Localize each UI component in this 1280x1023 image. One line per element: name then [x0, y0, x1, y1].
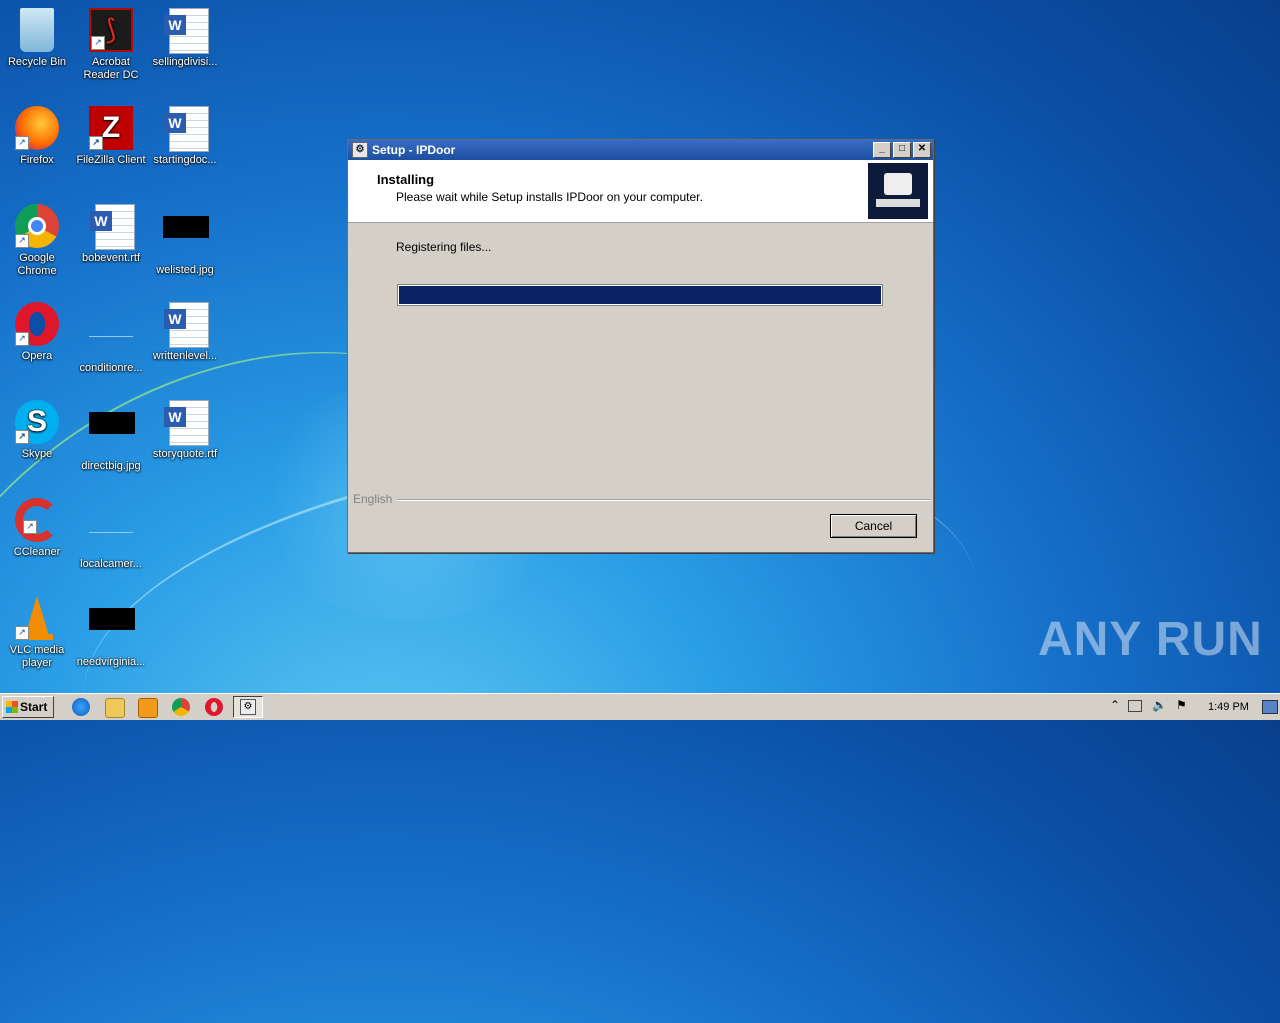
opera-icon: ↗: [15, 302, 59, 346]
desktop-icon-label: bobevent.rtf: [81, 252, 141, 264]
desktop-icon-label: FileZilla Client: [76, 154, 146, 166]
wizard-subheading: Please wait while Setup installs IPDoor …: [396, 190, 703, 204]
word-document-icon: W: [163, 106, 209, 152]
install-progress-bar: [397, 284, 883, 306]
word-document-icon: W: [163, 302, 209, 348]
wizard-heading: Installing: [377, 172, 435, 187]
close-button[interactable]: ✕: [913, 142, 931, 158]
desktop-icon-recycle-bin[interactable]: Recycle Bin: [0, 8, 74, 69]
desktop-icon-welisted[interactable]: welisted.jpg: [148, 204, 222, 277]
setup-app-icon: ⚙: [352, 142, 368, 158]
vlc-cone-icon: ↗: [15, 596, 59, 640]
maximize-button[interactable]: □: [893, 142, 911, 158]
desktop-icon-label: Opera: [21, 350, 53, 362]
desktop-icon-label: sellingdivisi...: [152, 56, 218, 68]
word-document-icon: W: [163, 8, 209, 54]
desktop-icon-google-chrome[interactable]: ↗ Google Chrome: [0, 204, 74, 278]
show-desktop-icon[interactable]: [1262, 700, 1278, 714]
taskbar-clock[interactable]: 1:49 PM: [1208, 701, 1249, 713]
desktop-icon-label: needvirginia...: [76, 656, 146, 668]
file-explorer-icon[interactable]: [105, 698, 125, 718]
taskbar: Start ⚙ ⌃ 🔈 ⚑ 1:49 PM: [0, 693, 1280, 720]
desktop-icon-label: conditionre...: [79, 362, 143, 374]
desktop-icon-label: Firefox: [20, 154, 54, 166]
watermark-logo: ANY RUN: [1038, 613, 1263, 666]
desktop-icon-bobevent[interactable]: W bobevent.rtf: [74, 204, 148, 265]
windows-flag-icon: [6, 701, 18, 713]
desktop-icon-localcamer[interactable]: localcamer...: [74, 498, 148, 571]
opera-taskbar-icon[interactable]: [205, 698, 223, 716]
system-tray: ⌃ 🔈 ⚑: [1104, 696, 1198, 718]
recycle-bin-icon: [20, 8, 54, 52]
media-player-icon[interactable]: [138, 698, 158, 718]
desktop-icon-label: Skype: [21, 448, 53, 460]
progress-fill: [399, 286, 881, 304]
show-hidden-icons-chevron-icon[interactable]: ⌃: [1110, 698, 1120, 712]
filezilla-icon: Z ↗: [89, 106, 133, 150]
window-titlebar[interactable]: ⚙ Setup - IPDoor _ □ ✕: [348, 140, 933, 160]
footer-divider: [397, 499, 931, 501]
desktop-icon-sellingdivisi[interactable]: W sellingdivisi...: [148, 8, 222, 69]
network-icon[interactable]: [1128, 700, 1142, 712]
language-label: English: [353, 492, 393, 506]
ccleaner-icon: ↗: [15, 498, 59, 542]
desktop-icon-label: Google Chrome: [17, 252, 57, 277]
taskbar-setup-task[interactable]: ⚙: [233, 696, 263, 718]
skype-icon: S ↗: [15, 400, 59, 444]
install-status-text: Registering files...: [396, 240, 492, 254]
desktop-icon-directbig[interactable]: directbig.jpg: [74, 400, 148, 473]
desktop-icon-label: startingdoc...: [153, 154, 217, 166]
desktop-icon-label: Recycle Bin: [7, 56, 67, 68]
setup-window: ⚙ Setup - IPDoor _ □ ✕ Installing Please…: [347, 139, 934, 553]
desktop-icon-label: writtenlevel...: [152, 350, 218, 362]
word-document-icon: W: [163, 400, 209, 446]
desktop-icon-filezilla[interactable]: Z ↗ FileZilla Client: [74, 106, 148, 167]
desktop-icon-label: CCleaner: [13, 546, 61, 558]
image-thumbnail-icon: [89, 608, 135, 652]
image-thumbnail-icon: [89, 412, 135, 456]
chrome-taskbar-icon[interactable]: [172, 698, 190, 716]
desktop-icon-storyquote[interactable]: W storyquote.rtf: [148, 400, 222, 461]
firefox-icon: ↗: [15, 106, 59, 150]
desktop-icon-firefox[interactable]: ↗ Firefox: [0, 106, 74, 167]
image-thumbnail-icon: [163, 216, 209, 260]
desktop-icon-opera[interactable]: ↗ Opera: [0, 302, 74, 363]
desktop-icon-label: localcamer...: [80, 558, 142, 570]
desktop-icon-writtenlevel[interactable]: W writtenlevel...: [148, 302, 222, 363]
cancel-button[interactable]: Cancel: [830, 514, 917, 538]
start-label: Start: [20, 700, 48, 714]
word-document-icon: W: [89, 204, 135, 250]
acrobat-icon: ⟆ ↗: [89, 8, 133, 52]
desktop-icon-label: welisted.jpg: [156, 264, 214, 276]
desktop-icon-acrobat[interactable]: ⟆ ↗ Acrobat Reader DC: [74, 8, 148, 82]
action-center-flag-icon[interactable]: ⚑: [1176, 698, 1187, 712]
internet-explorer-icon[interactable]: [72, 698, 90, 716]
desktop-icon-label: VLC media player: [9, 644, 65, 669]
desktop-icon-label: storyquote.rtf: [152, 448, 218, 460]
desktop-icon-label: directbig.jpg: [81, 460, 141, 472]
wizard-header: Installing Please wait while Setup insta…: [348, 160, 933, 223]
blank-file-icon: [89, 314, 133, 358]
desktop-icon-conditionre[interactable]: conditionre...: [74, 302, 148, 375]
desktop-icon-label: Acrobat Reader DC: [83, 56, 139, 81]
setup-app-icon: ⚙: [240, 699, 256, 715]
minimize-button[interactable]: _: [873, 142, 891, 158]
chrome-icon: ↗: [15, 204, 59, 248]
desktop-icon-ccleaner[interactable]: ↗ CCleaner: [0, 498, 74, 559]
volume-icon[interactable]: 🔈: [1152, 698, 1167, 712]
desktop-icon-needvirginia[interactable]: needvirginia...: [74, 596, 148, 669]
window-title: Setup - IPDoor: [372, 143, 456, 157]
desktop-icon-vlc[interactable]: ↗ VLC media player: [0, 596, 74, 670]
desktop-icon-startingdoc[interactable]: W startingdoc...: [148, 106, 222, 167]
start-button[interactable]: Start: [2, 696, 54, 718]
installer-computer-icon: [868, 163, 928, 219]
blank-file-icon: [89, 510, 133, 554]
desktop-icon-skype[interactable]: S ↗ Skype: [0, 400, 74, 461]
